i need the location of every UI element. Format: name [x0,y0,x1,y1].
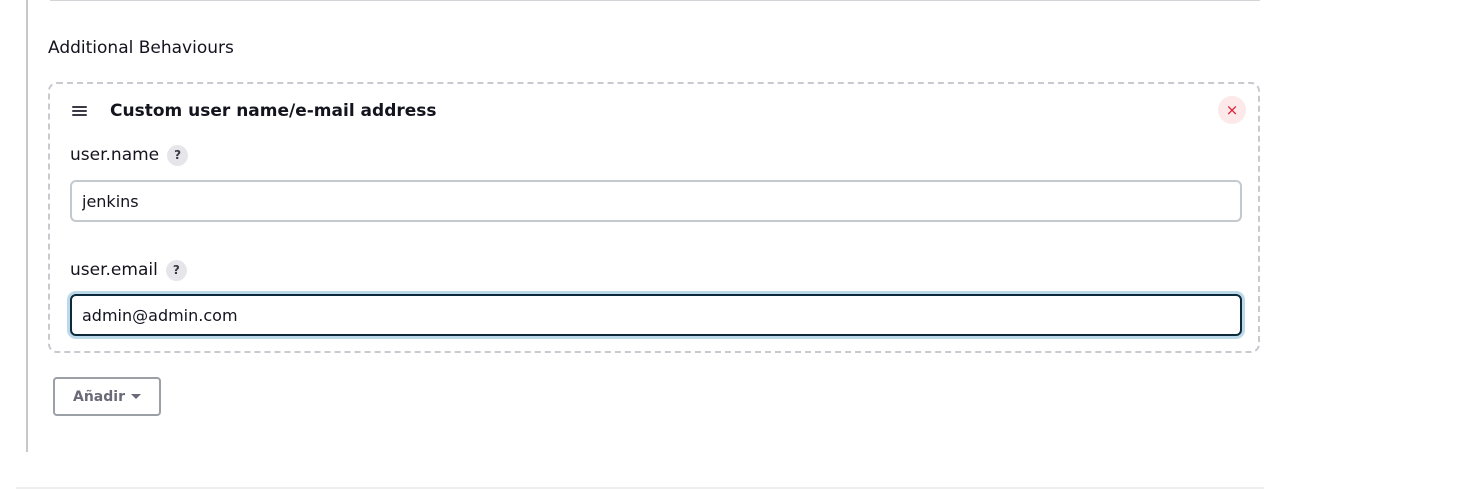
help-icon[interactable]: ? [165,260,187,281]
user-name-label-text: user.name [70,145,160,165]
drag-handle-icon[interactable] [72,106,87,118]
user-email-label-text: user.email [70,260,158,280]
user-name-input[interactable] [70,180,1242,222]
chevron-down-icon [130,393,141,399]
bottom-divider [16,487,1264,489]
behaviour-title: Custom user name/e-mail address [110,101,437,121]
section-left-rule [26,0,28,452]
user-name-label: user.name? [70,144,189,166]
top-divider [50,0,1260,1]
add-behaviour-button[interactable]: Añadir [53,377,161,416]
add-button-label: Añadir [73,388,125,405]
user-email-input[interactable] [70,294,1242,336]
close-icon[interactable]: × [1218,96,1246,124]
user-email-label: user.email? [70,259,187,281]
section-title: Additional Behaviours [48,38,234,58]
page: Additional Behaviours Custom user name/e… [0,0,1482,490]
behaviour-card-custom-user: Custom user name/e-mail address × user.n… [48,82,1260,353]
help-icon[interactable]: ? [167,145,189,166]
